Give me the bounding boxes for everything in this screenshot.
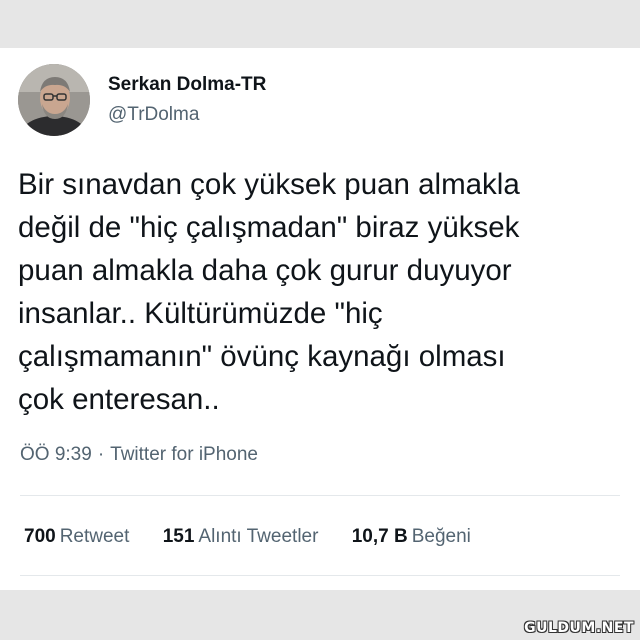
- like-stat[interactable]: 10,7 B Beğeni: [352, 526, 471, 548]
- author-handle[interactable]: @TrDolma: [108, 104, 199, 126]
- tweet-text-line: puan almakla daha çok gurur duyuyor: [18, 254, 512, 287]
- tweet-stats: 700 Retweet 151 Alıntı Tweetler 10,7 B Beğe…: [24, 526, 499, 548]
- tweet-text-line: çok enteresan..: [18, 383, 220, 416]
- tweet-text-line: Bir sınavdan çok yüksek puan almakla: [18, 168, 520, 201]
- quote-tweet-label: Alıntı Tweetler: [198, 526, 319, 547]
- meta-separator: ·: [97, 444, 105, 465]
- like-count: 10,7 B: [351, 526, 408, 547]
- author-display-name[interactable]: Serkan Dolma-TR: [108, 74, 266, 96]
- avatar-photo-icon: [18, 64, 90, 136]
- retweet-label: Retweet: [59, 526, 130, 547]
- divider: [20, 575, 620, 576]
- tweet-text-line: çalışmamanın" övünç kaynağı olması: [18, 340, 506, 373]
- watermark-logo: GULDUM.NET: [524, 620, 634, 636]
- tweet-text-line: insanlar.. Kültürümüzde "hiç: [18, 297, 383, 330]
- retweet-count: 700: [24, 526, 56, 547]
- tweet-text-line: değil de "hiç çalışmadan" biraz yüksek: [18, 211, 520, 244]
- quote-tweet-count: 151: [162, 526, 195, 547]
- tweet-meta: ÖÖ 9:39 · Twitter for iPhone: [20, 444, 258, 466]
- quote-tweet-stat[interactable]: 151 Alıntı Tweetler: [163, 526, 319, 548]
- tweet-source[interactable]: Twitter for iPhone: [110, 444, 258, 465]
- like-label: Beğeni: [411, 526, 471, 547]
- tweet-card: Serkan Dolma-TR @TrDolma Bir sınavdan ço…: [0, 48, 640, 590]
- retweet-stat[interactable]: 700 Retweet: [24, 526, 129, 548]
- tweet-text: Bir sınavdan çok yüksek puan almakla değ…: [18, 163, 628, 421]
- divider: [20, 495, 620, 496]
- avatar[interactable]: [18, 64, 90, 136]
- tweet-time[interactable]: ÖÖ 9:39: [20, 444, 92, 465]
